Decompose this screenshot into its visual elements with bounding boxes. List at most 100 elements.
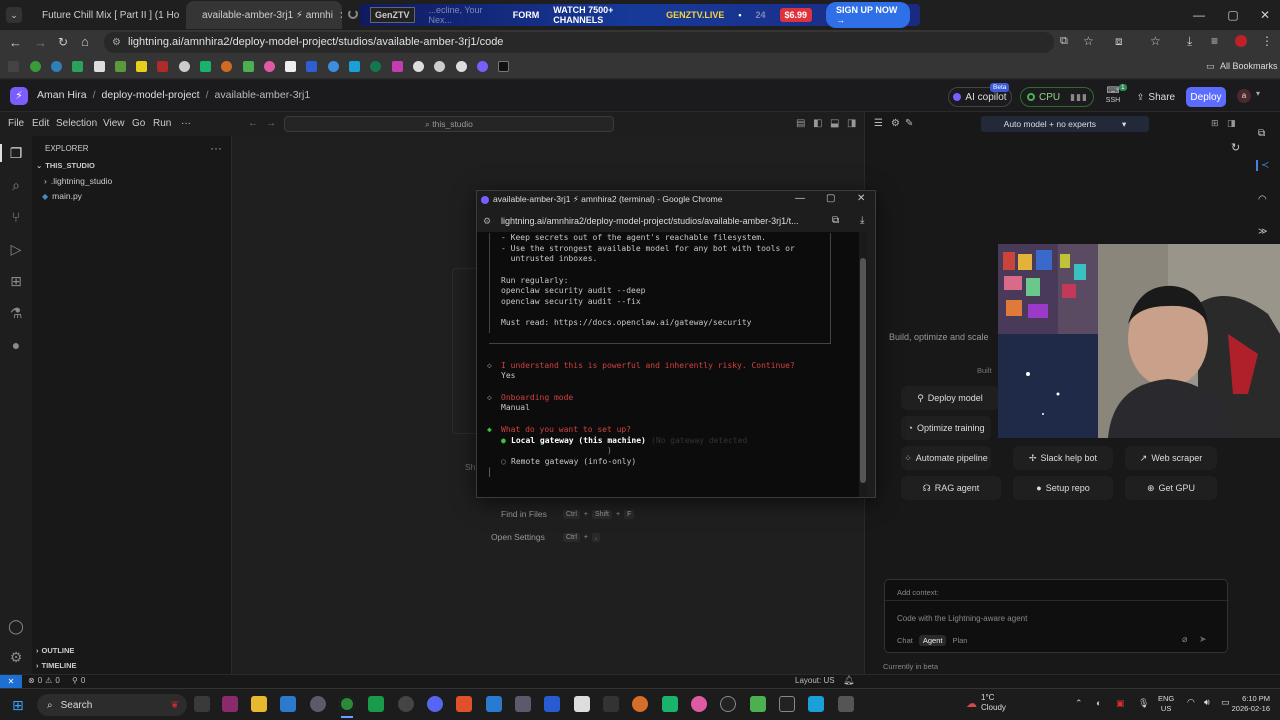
taskbar-app-icon[interactable] [368,696,384,712]
bookmark-icon[interactable] [413,61,424,72]
layout-icon[interactable]: ⊞ [1211,118,1219,129]
volume-icon[interactable]: 🔊︎ [1204,697,1210,708]
bookmark-icon[interactable] [285,61,296,72]
close-icon[interactable]: ✕ [857,193,865,204]
terminal-icon[interactable]: ≫ [1258,226,1267,237]
agent-chat-box[interactable]: Add context: Code with the Lightning-awa… [884,579,1229,653]
star-icon[interactable]: ☆ [1083,34,1094,48]
wifi-icon[interactable]: ◠ [1187,697,1195,708]
bookmark-icon[interactable] [94,61,105,72]
automate-pipeline-chip[interactable]: ⁘ Automate pipeline [901,446,991,470]
nav-forward-icon[interactable]: → [266,118,276,129]
account-icon[interactable]: ◯ [7,617,25,635]
source-control-icon[interactable]: ⑂ [7,208,25,226]
menu-edit[interactable]: Edit [32,118,49,129]
secondary-sidebar-icon[interactable]: ◨ [847,118,856,129]
bookmark-icon[interactable] [51,61,62,72]
explorer-more-button[interactable]: ··· [210,141,222,155]
nav-back-icon[interactable]: ← [248,118,258,129]
taskbar-app-icon[interactable] [486,696,502,712]
breadcrumb-user[interactable]: Aman Hira [37,89,87,101]
option-remote-gateway[interactable]: Remote gateway (info-only) [511,457,636,468]
menu-icon[interactable]: ☰ [874,118,883,129]
attach-icon[interactable]: ⌀ [1182,634,1187,645]
gear-icon[interactable]: ⚙ [7,648,25,666]
bookmark-icon[interactable] [157,61,168,72]
reload-icon[interactable]: ↻ [58,35,68,49]
tray-app-icon[interactable]: ▣ [1116,698,1125,709]
timeline-section[interactable]: › TIMELINE [36,661,77,670]
tray-chevron-icon[interactable]: ⌃ [1075,698,1083,709]
bookmark-icon[interactable] [136,61,147,72]
taskbar-app-icon[interactable] [222,696,238,712]
bell-icon[interactable]: 🔔︎ [843,675,854,686]
taskbar-app-icon[interactable] [720,696,736,712]
taskbar-app-icon[interactable] [544,696,560,712]
optimize-training-chip[interactable]: ◔ Optimize training [901,416,991,440]
layout-toggle-icon[interactable]: ▤ [796,118,805,129]
tree-folder[interactable]: › .lightning_studio [44,176,112,186]
terminal-app-icon[interactable] [603,696,619,712]
windows-start-icon[interactable]: ⊞ [12,697,24,714]
chat-icon[interactable]: ⧉ [1258,128,1265,139]
mode-plan[interactable]: Plan [952,636,967,645]
option-local-gateway[interactable]: Local gateway (this machine) [511,436,646,447]
chevron-down-icon[interactable]: ▾ [1256,89,1260,98]
refresh-icon[interactable]: ◠ [1258,194,1267,205]
mode-chat[interactable]: Chat [897,636,913,645]
tray-app-icon[interactable]: ◐ [1096,698,1101,708]
tab-lightning[interactable]: available-amber-3rj1 ⚡ amnhi ✕ [186,1,342,29]
avatar[interactable]: a [1237,89,1251,103]
store-icon[interactable] [280,696,296,712]
open-settings-hint[interactable]: Open Settings Ctrl + , [491,532,600,542]
discord-icon[interactable] [427,696,443,712]
mode-agent[interactable]: Agent [918,635,947,646]
keyboard-layout[interactable]: Layout: US [795,676,835,685]
vscode-icon[interactable]: ≺ [1256,160,1269,171]
taskbar-app-icon[interactable] [398,696,414,712]
ad-signup-button[interactable]: SIGN UP NOW → [826,2,910,28]
bookmark-icon[interactable] [477,61,488,72]
bookmark-icon[interactable] [221,61,232,72]
taskbar-app-icon[interactable] [662,696,678,712]
profile-icon[interactable] [1235,35,1247,47]
microphone-icon[interactable]: 🎙︎ [1138,698,1149,709]
tree-file[interactable]: ◆ main.py [42,191,82,201]
close-window-icon[interactable]: ✕ [1248,0,1280,30]
outline-section[interactable]: › OUTLINE [36,646,74,655]
model-select[interactable]: Auto model + no experts ▾ [981,116,1149,132]
download-icon[interactable]: ⤓ [860,215,864,226]
bookmark-icon[interactable] [115,61,126,72]
taskbar-app-icon[interactable] [779,696,795,712]
slack-help-bot-chip[interactable]: ✢ Slack help bot [1013,446,1113,470]
add-context-label[interactable]: Add context: [897,588,939,597]
explorer-icon[interactable]: ❐ [0,144,30,162]
breadcrumb-project[interactable]: deploy-model-project [102,89,200,101]
taskbar-app-icon[interactable] [838,696,854,712]
taskbar-app-icon[interactable] [632,696,648,712]
send-icon[interactable]: ➤ [1199,634,1207,645]
bookmark-icon[interactable] [179,61,190,72]
sidebar-toggle-icon[interactable]: ◧ [813,118,822,129]
menu-file[interactable]: File [8,118,24,129]
get-gpu-chip[interactable]: ⊕ Get GPU [1125,476,1217,500]
chrome-icon[interactable] [339,696,355,712]
taskbar-app-icon[interactable] [515,696,531,712]
menu-more[interactable]: ··· [181,118,191,129]
find-in-files-hint[interactable]: Find in Files Ctrl + Shift + F [501,509,635,519]
open-in-tab-icon[interactable]: ⧉ [832,215,839,226]
weather-widget[interactable]: ☁ 1°C Cloudy [966,693,1006,713]
maximize-icon[interactable]: ▢ [826,193,835,204]
bookmark-icon[interactable] [30,61,41,72]
menu-run[interactable]: Run [153,118,171,129]
tree-root[interactable]: ⌄ THIS_STUDIO [36,161,95,170]
bookmark-icon[interactable] [456,61,467,72]
tab-youtube[interactable]: Future Chill Mix [ Part II ] (1 Ho ✕ [26,1,184,29]
bookmark-icon[interactable] [349,61,360,72]
menu-go[interactable]: Go [132,118,145,129]
media-icon[interactable]: ≡ [1211,34,1218,48]
menu-selection[interactable]: Selection [56,118,97,129]
bookmark-icon[interactable] [72,61,83,72]
bookmark-icon[interactable] [370,61,381,72]
task-view-icon[interactable] [194,696,210,712]
